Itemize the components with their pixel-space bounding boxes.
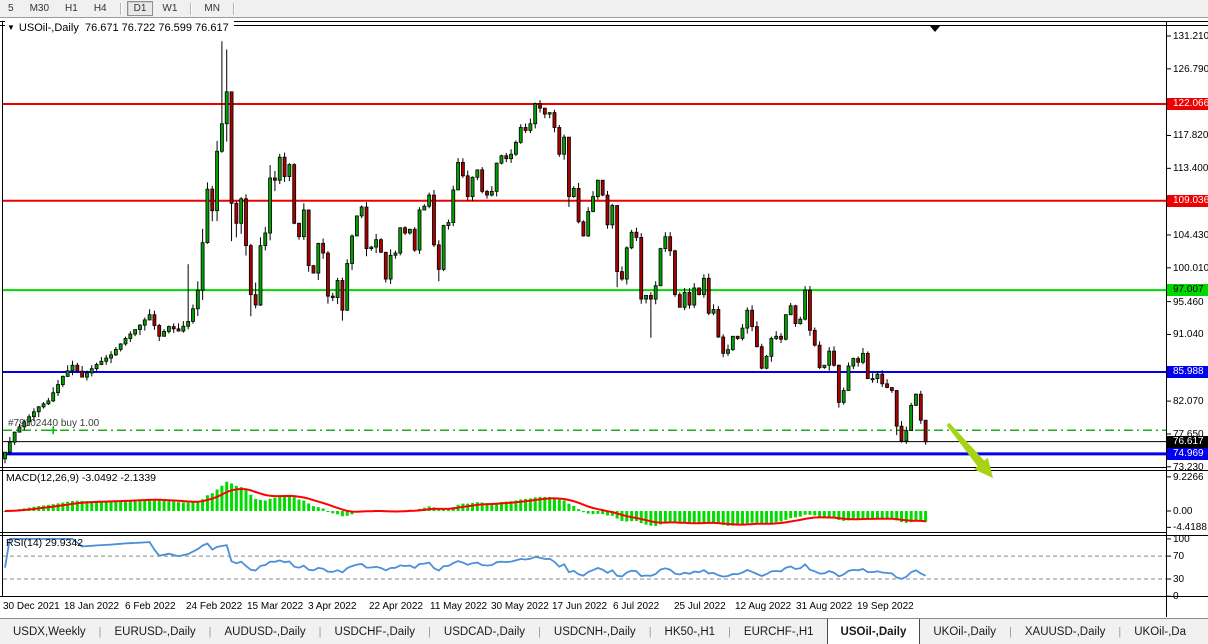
price-tick-label: 100.010 [1173,263,1208,274]
tab-eurusd-daily[interactable]: EURUSD-,Daily [102,619,209,644]
date-tick-label: 31 Aug 2022 [796,601,852,612]
price-level-label: 122.066 [1167,98,1208,110]
price-tick-label: 82.070 [1173,396,1204,407]
tab-xauusd-daily[interactable]: XAUUSD-,Daily [1012,619,1119,644]
tab-eurchf-h1[interactable]: EURCHF-,H1 [731,619,827,644]
macd-tick-label: -4.4188 [1173,522,1207,533]
toolbar-separator [233,3,234,15]
rsi-tick-label: 30 [1173,574,1184,585]
timeframe-button-h1[interactable]: H1 [58,1,85,16]
price-tick-label: 126.790 [1173,64,1208,75]
toolbar-separator [190,3,191,15]
down-arrow-annotation [947,423,993,478]
timeframe-toolbar: 5M30H1H4 D1W1 MN [0,0,1208,18]
date-tick-label: 25 Jul 2022 [674,601,726,612]
price-tick-label: 95.460 [1173,297,1204,308]
macd-tick-label: 9.2266 [1173,472,1204,483]
price-level-label: 76.617 [1167,436,1208,448]
date-tick-label: 6 Feb 2022 [125,601,176,612]
price-tick-label: 131.210 [1173,31,1208,42]
date-tick-label: 17 Jun 2022 [552,601,607,612]
tab-usoil-daily[interactable]: USOil-,Daily [827,618,921,644]
date-tick-label: 12 Aug 2022 [735,601,791,612]
tab-hk50-h1[interactable]: HK50-,H1 [652,619,729,644]
open-position-label: #79102440 buy 1.00 [8,418,99,429]
date-tick-label: 18 Jan 2022 [64,601,119,612]
rsi-name: RSI(14) [6,537,42,549]
date-tick-label: 19 Sep 2022 [857,601,914,612]
date-tick-label: 3 Apr 2022 [308,601,356,612]
rsi-tick-label: 0 [1173,591,1179,602]
timeframe-button-m30[interactable]: M30 [23,1,56,16]
date-tick-label: 15 Mar 2022 [247,601,303,612]
rsi-panel-label: RSI(14) 29.9342 [6,537,83,549]
tab-usdchf-daily[interactable]: USDCHF-,Daily [322,619,429,644]
time-axis: 30 Dec 2021 18 Jan 2022 6 Feb 2022 24 Feb 2… [0,599,1166,617]
tab-ukoil-da[interactable]: UKOil-,Da [1121,619,1199,644]
macd-values: -3.0492 -2.1339 [82,472,156,484]
timeframe-button-h4[interactable]: H4 [87,1,114,16]
macd-panel-label: MACD(12,26,9) -3.0492 -2.1339 [6,472,156,484]
chart-ohlc-values: 76.671 76.722 76.599 76.617 [85,22,229,34]
price-axis: 131.210 126.790 117.820 113.400 104.430 100.0… [1167,0,1208,617]
chart-shift-marker-icon [930,26,940,32]
tab-usdcnh-daily[interactable]: USDCNH-,Daily [541,619,649,644]
timeframe-button-w1[interactable]: W1 [155,1,184,16]
chart-symbol-label: USOil-,Daily [19,22,79,34]
price-tick-label: 91.040 [1173,329,1204,340]
timeframe-button-5[interactable]: 5 [1,1,21,16]
macd-indicator [4,482,928,526]
price-level-label: 97.007 [1167,284,1208,296]
rsi-value: 29.9342 [45,537,83,549]
rsi-tick-label: 100 [1173,534,1190,545]
rsi-indicator [3,539,1166,579]
date-tick-label: 30 Dec 2021 [3,601,60,612]
chart-tab-bar: USDX,Weekly|EURUSD-,Daily|AUDUSD-,Daily|… [0,618,1208,644]
mt4-window: 5M30H1H4 D1W1 MN ▼ USOil-,Daily 76.671 76.7… [0,0,1208,644]
date-tick-label: 24 Feb 2022 [186,601,242,612]
rsi-tick-label: 70 [1173,551,1184,562]
price-level-label: 109.036 [1167,195,1208,207]
date-tick-label: 6 Jul 2022 [613,601,659,612]
date-tick-label: 11 May 2022 [430,601,487,612]
price-tick-label: 113.400 [1173,163,1208,174]
chart-title: ▼ USOil-,Daily 76.671 76.722 76.599 76.61… [5,21,234,35]
date-tick-label: 30 May 2022 [491,601,549,612]
price-tick-label: 104.430 [1173,230,1208,241]
price-tick-label: 117.820 [1173,130,1208,141]
tab-ukoil-daily[interactable]: UKOil-,Daily [920,619,1009,644]
macd-name: MACD(12,26,9) [6,472,79,484]
chart-canvas[interactable] [0,0,1208,644]
timeframe-button-mn[interactable]: MN [197,1,227,16]
date-tick-label: 22 Apr 2022 [369,601,423,612]
toolbar-separator [120,3,121,15]
price-level-label: 74.969 [1167,448,1208,460]
collapse-triangle-icon[interactable]: ▼ [7,23,15,32]
tab-scroll-arrows: ◄► [1199,619,1208,644]
tab-usdx-weekly[interactable]: USDX,Weekly [0,619,99,644]
tab-usdcad-daily[interactable]: USDCAD-,Daily [431,619,538,644]
price-level-label: 85.988 [1167,366,1208,378]
timeframe-button-d1[interactable]: D1 [127,1,154,16]
tab-audusd-daily[interactable]: AUDUSD-,Daily [212,619,319,644]
macd-tick-label: 0.00 [1173,506,1192,517]
